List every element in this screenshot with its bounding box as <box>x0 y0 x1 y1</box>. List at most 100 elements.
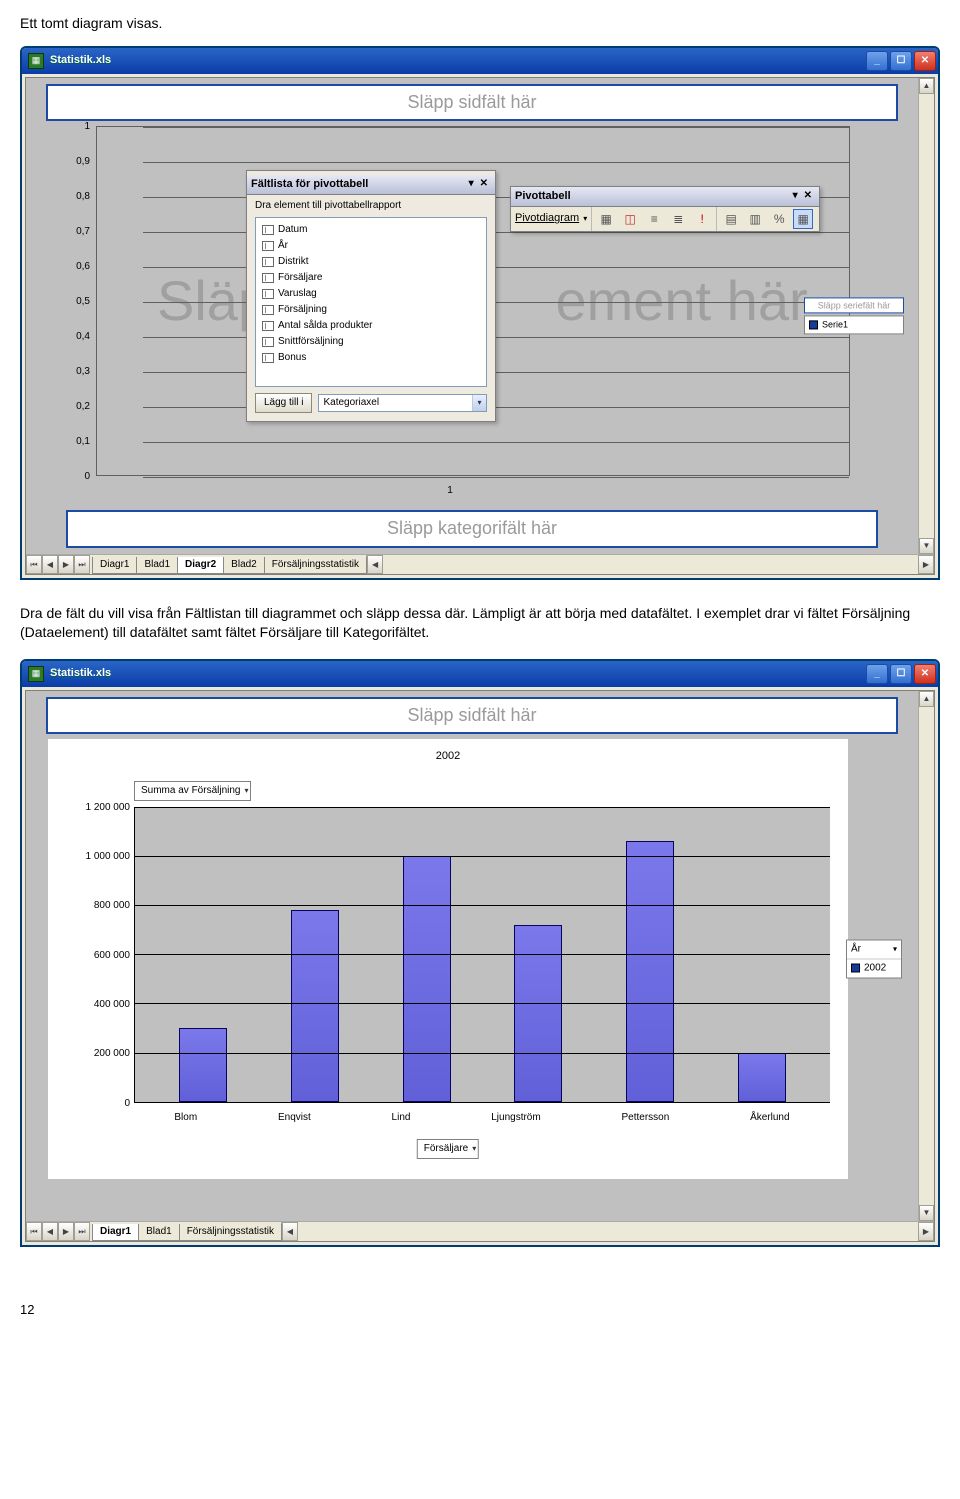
scroll-up-icon[interactable]: ▲ <box>919 78 934 94</box>
chevron-down-icon[interactable]: ▾ <box>466 177 477 191</box>
field-item[interactable]: Varuslag <box>258 286 484 302</box>
y-tick-label: 0,7 <box>50 225 90 239</box>
combo-value: Kategoriaxel <box>323 396 379 410</box>
field-item[interactable]: Försäljning <box>258 302 484 318</box>
field-item[interactable]: År <box>258 238 484 254</box>
field-icon <box>262 225 274 235</box>
vertical-scrollbar[interactable]: ▲ ▼ <box>918 78 934 554</box>
pivot-toolbar-title-text: Pivottabell <box>515 189 790 204</box>
x-axis-labels: BlomEnqvistLindLjungströmPetterssonÅkerl… <box>134 1111 830 1125</box>
prev-sheet-icon[interactable]: ◀ <box>42 1222 58 1241</box>
bar[interactable] <box>514 925 562 1102</box>
maximize-button[interactable]: ☐ <box>890 664 912 684</box>
series-drop-area[interactable]: Släpp seriefält här Serie1 <box>804 297 904 334</box>
hide-detail-icon[interactable]: ≡ <box>644 209 664 229</box>
field-item[interactable]: Snittförsäljning <box>258 334 484 350</box>
minimize-button[interactable]: _ <box>866 51 888 71</box>
wizard-icon[interactable]: ▦ <box>596 209 616 229</box>
plot-area[interactable] <box>134 807 830 1103</box>
scroll-down-icon[interactable]: ▼ <box>919 538 934 554</box>
scroll-left-icon[interactable]: ◀ <box>282 1222 298 1241</box>
titlebar: ▦ Statistik.xls _ ☐ ✕ <box>22 48 938 74</box>
target-area-combo[interactable]: Kategoriaxel ▾ <box>318 394 487 412</box>
field-item[interactable]: Datum <box>258 222 484 238</box>
pivot-menu[interactable]: Pivotdiagram ▾ <box>511 209 591 228</box>
bar[interactable] <box>738 1053 786 1102</box>
sheet-tab[interactable]: Försäljningsstatistik <box>264 557 367 574</box>
value-field-button[interactable]: Summa av Försäljning <box>134 781 251 801</box>
scroll-left-icon[interactable]: ◀ <box>367 555 383 574</box>
legend-field[interactable]: År ▾ <box>847 940 901 959</box>
close-icon[interactable]: ✕ <box>801 189 815 203</box>
drop-page-fields[interactable]: Släpp sidfält här <box>46 84 898 121</box>
sheet-tab[interactable]: Försäljningsstatistik <box>179 1224 282 1241</box>
chevron-down-icon[interactable]: ▾ <box>790 189 801 203</box>
scroll-down-icon[interactable]: ▼ <box>919 1205 934 1221</box>
legend[interactable]: År ▾ 2002 <box>846 939 902 978</box>
last-sheet-icon[interactable]: ⏭ <box>74 1222 90 1241</box>
field-item[interactable]: Distrikt <box>258 254 484 270</box>
format-icon[interactable]: % <box>769 209 789 229</box>
chevron-down-icon[interactable]: ▾ <box>893 944 897 955</box>
h-scroll-track[interactable]: ◀ <box>281 1222 918 1241</box>
refresh-icon[interactable]: ! <box>692 209 712 229</box>
first-sheet-icon[interactable]: ⏮ <box>26 1222 42 1241</box>
y-tick-label: 600 000 <box>94 949 130 963</box>
panel-hint: Dra element till pivottabellrapport <box>247 195 495 217</box>
drop-category-fields[interactable]: Släpp kategorifält här <box>66 510 878 547</box>
sheet-tab[interactable]: Blad1 <box>136 557 178 574</box>
category-field-button[interactable]: Försäljare <box>417 1139 479 1159</box>
prev-sheet-icon[interactable]: ◀ <box>42 555 58 574</box>
maximize-button[interactable]: ☐ <box>890 51 912 71</box>
scroll-track[interactable] <box>919 707 934 1205</box>
next-sheet-icon[interactable]: ▶ <box>58 1222 74 1241</box>
sheet-tab[interactable]: Blad2 <box>223 557 265 574</box>
field-list-toggle-icon[interactable]: ▦ <box>793 209 813 229</box>
close-button[interactable]: ✕ <box>914 51 936 71</box>
pivot-toolbar-title[interactable]: Pivottabell ▾ ✕ <box>511 187 819 207</box>
bar[interactable] <box>179 1028 227 1102</box>
next-sheet-icon[interactable]: ▶ <box>58 555 74 574</box>
x-tick-label: Pettersson <box>621 1111 669 1125</box>
x-tick-label: Ljungström <box>491 1111 540 1125</box>
scroll-up-icon[interactable]: ▲ <box>919 691 934 707</box>
minimize-button[interactable]: _ <box>866 664 888 684</box>
first-sheet-icon[interactable]: ⏮ <box>26 555 42 574</box>
settings-icon[interactable]: ▥ <box>745 209 765 229</box>
field-item[interactable]: Antal sålda produkter <box>258 318 484 334</box>
sheet-tab[interactable]: Blad1 <box>138 1224 180 1241</box>
h-scroll-track[interactable]: ◀ <box>366 555 918 574</box>
field-item[interactable]: Bonus <box>258 350 484 366</box>
add-to-button[interactable]: Lägg till i <box>255 393 312 413</box>
field-list[interactable]: DatumÅrDistriktFörsäljareVaruslagFörsälj… <box>255 217 487 387</box>
bar[interactable] <box>626 841 674 1102</box>
scroll-right-icon[interactable]: ▶ <box>918 555 934 574</box>
close-button[interactable]: ✕ <box>914 664 936 684</box>
field-item[interactable]: Försäljare <box>258 270 484 286</box>
field-icon <box>262 337 274 347</box>
scroll-right-icon[interactable]: ▶ <box>918 1222 934 1241</box>
chart-viewport: Släpp sidfält här 2002 Summa av Försäljn… <box>25 690 935 1242</box>
gridline <box>135 1102 830 1103</box>
panel-title[interactable]: Fältlista för pivottabell ▾ ✕ <box>247 175 495 195</box>
bar[interactable] <box>291 910 339 1102</box>
scroll-track[interactable] <box>919 94 934 538</box>
vertical-scrollbar[interactable]: ▲ ▼ <box>918 691 934 1221</box>
close-icon[interactable]: ✕ <box>477 177 491 191</box>
chart-icon[interactable]: ◫ <box>620 209 640 229</box>
x-tick-label: Enqvist <box>278 1111 311 1125</box>
sheet-tab[interactable]: Diagr2 <box>177 557 224 574</box>
pivot-field-list-panel[interactable]: Fältlista för pivottabell ▾ ✕ Dra elemen… <box>246 170 496 422</box>
chevron-down-icon[interactable]: ▾ <box>472 395 486 411</box>
show-detail-icon[interactable]: ≣ <box>668 209 688 229</box>
y-tick-label: 200 000 <box>94 1047 130 1061</box>
sheet-tab[interactable]: Diagr1 <box>92 1224 139 1241</box>
include-icon[interactable]: ▤ <box>721 209 741 229</box>
pivot-bar-chart: 2002 Summa av Försäljning Släpp dataelem… <box>48 739 848 1179</box>
last-sheet-icon[interactable]: ⏭ <box>74 555 90 574</box>
pivot-toolbar[interactable]: Pivottabell ▾ ✕ Pivotdiagram ▾ ▦ ◫ ≡ <box>510 186 820 232</box>
sheet-tab[interactable]: Diagr1 <box>92 557 137 574</box>
workspace: Släpp sidfält här Släpp XXXXXX ement här… <box>22 74 938 578</box>
drop-page-fields[interactable]: Släpp sidfält här <box>46 697 898 734</box>
bar[interactable] <box>403 856 451 1102</box>
